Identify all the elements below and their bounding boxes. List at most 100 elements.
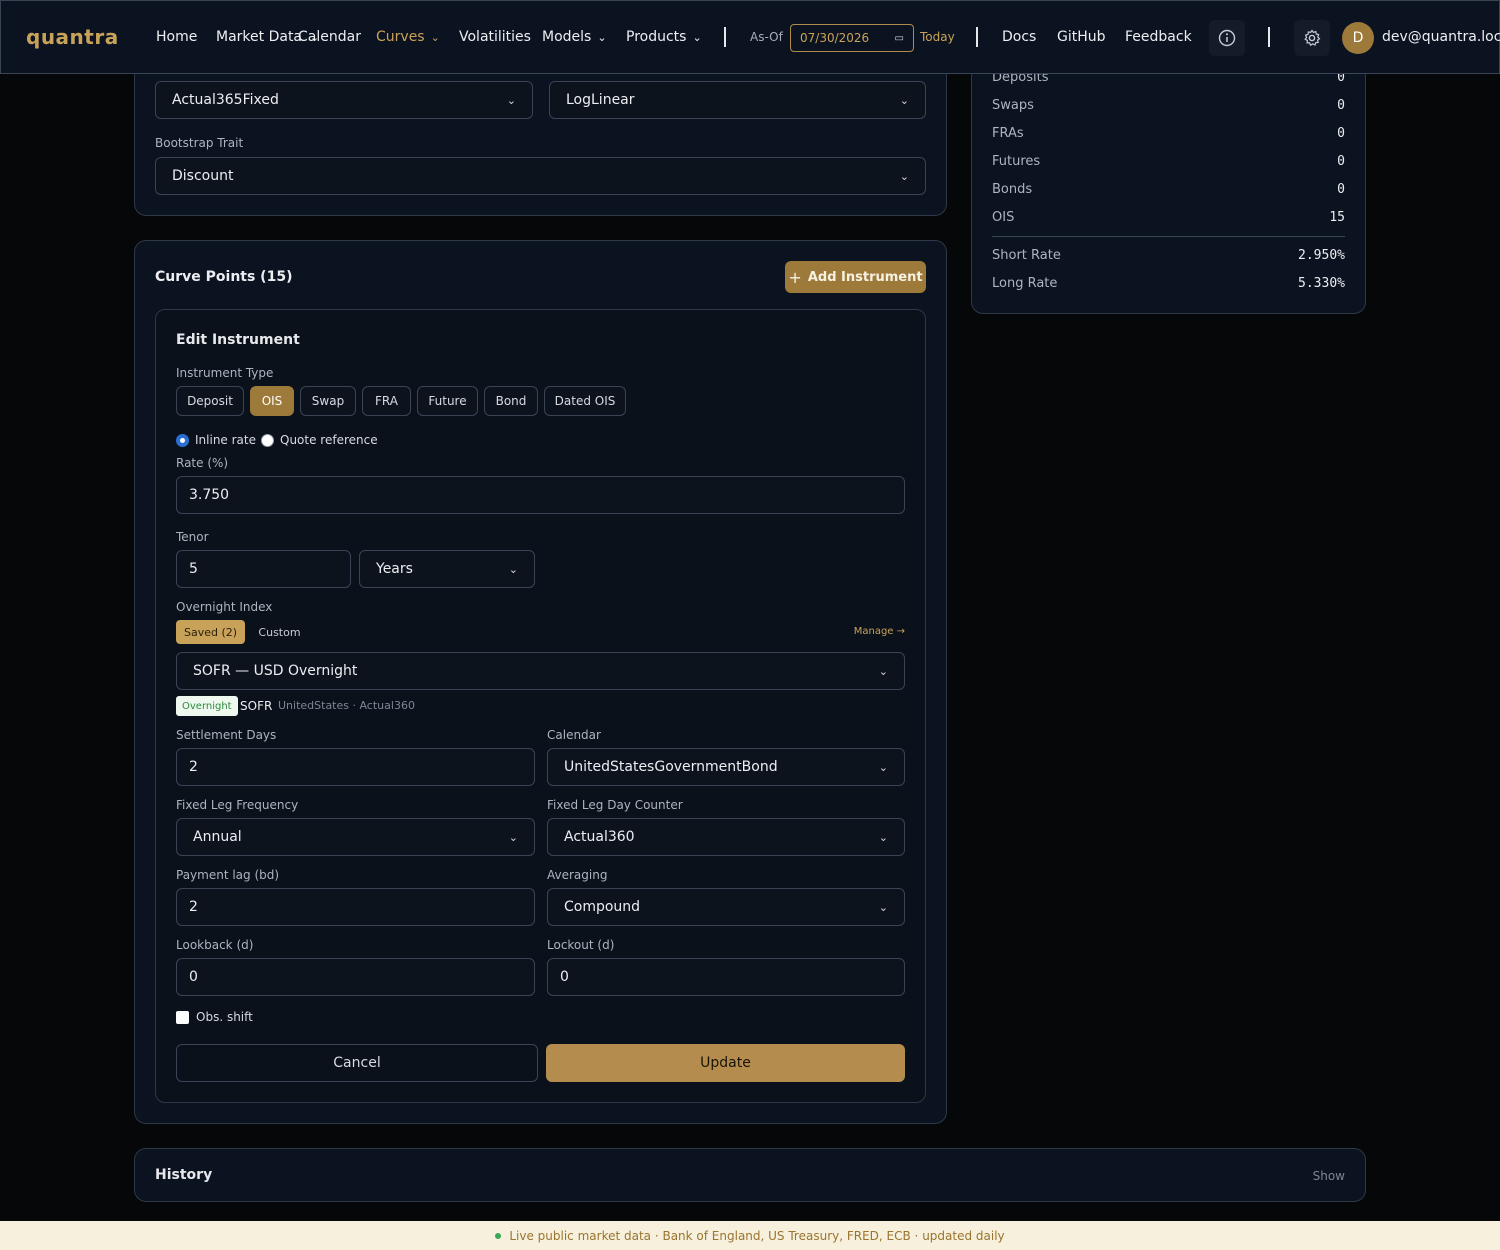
nav-products-label: Products	[626, 29, 687, 45]
history-show-button[interactable]: Show	[1313, 1169, 1345, 1183]
bootstrap-select[interactable]: Discount ⌄	[155, 157, 926, 195]
gear-icon	[1304, 29, 1321, 47]
long-rate-label: Long Rate	[992, 276, 1058, 291]
type-bond[interactable]: Bond	[484, 386, 538, 416]
asof-date-value: 07/30/2026	[800, 31, 870, 45]
type-fra[interactable]: FRA	[362, 386, 411, 416]
type-swap[interactable]: Swap	[300, 386, 356, 416]
nav-home[interactable]: Home	[156, 1, 197, 73]
bootstrap-label: Bootstrap Trait	[155, 136, 244, 150]
chevron-down-icon: ⌄	[508, 830, 518, 844]
user-email[interactable]: dev@quantra.local	[1382, 29, 1500, 45]
nav-volatilities[interactable]: Volatilities	[459, 1, 531, 73]
calendar-icon: ▭	[894, 32, 904, 44]
rate-label: Rate (%)	[176, 456, 229, 470]
settlement-days-input[interactable]: 2	[176, 748, 535, 786]
chevron-down-icon: ⌄	[430, 30, 440, 44]
averaging-select[interactable]: Compound ⌄	[547, 888, 905, 926]
summary-value: 15	[1329, 210, 1345, 225]
summary-row: FRAs 0	[992, 126, 1345, 141]
summary-value: 0	[1337, 154, 1345, 169]
info-button[interactable]	[1209, 20, 1245, 56]
long-rate-row: Long Rate 5.330%	[992, 276, 1345, 291]
settings-button[interactable]	[1294, 20, 1330, 56]
settlement-days-value: 2	[189, 759, 198, 775]
chevron-down-icon: ⌄	[899, 93, 909, 107]
curve-points-card: Curve Points (15) + Add Instrument Edit …	[134, 240, 947, 1124]
nav-models[interactable]: Models ⌄	[542, 1, 607, 73]
summary-label: Swaps	[992, 98, 1034, 113]
summary-label: FRAs	[992, 126, 1024, 141]
overnight-index-select[interactable]: SOFR — USD Overnight ⌄	[176, 652, 905, 690]
avatar[interactable]: D	[1342, 22, 1374, 54]
rate-value: 3.750	[189, 487, 230, 503]
summary-label: Bonds	[992, 182, 1033, 197]
summary-row: OIS 15	[992, 210, 1345, 225]
nav-docs[interactable]: Docs	[1002, 1, 1036, 73]
nav-github[interactable]: GitHub	[1057, 1, 1106, 73]
market-data-line2: Data	[268, 29, 303, 45]
checkbox-unchecked-icon	[176, 1010, 189, 1024]
short-rate-row: Short Rate 2.950%	[992, 248, 1345, 263]
interpolator-select[interactable]: LogLinear ⌄	[549, 81, 926, 119]
market-data-line1: Market	[216, 29, 265, 45]
asof-date-input[interactable]: 07/30/2026 ▭	[790, 24, 914, 52]
lookback-label: Lookback (d)	[176, 938, 254, 952]
nav-products[interactable]: Products ⌄	[626, 1, 702, 73]
type-ois[interactable]: OIS	[250, 386, 294, 416]
chevron-down-icon: ⌄	[692, 30, 702, 44]
saved-tab[interactable]: Saved (2)	[176, 620, 245, 644]
overnight-badge: Overnight	[176, 696, 238, 716]
obs-shift-checkbox[interactable]: Obs. shift	[176, 1010, 253, 1024]
history-title: History	[155, 1167, 213, 1183]
payment-lag-label: Payment lag (bd)	[176, 868, 280, 882]
lockout-input[interactable]: 0	[547, 958, 905, 996]
inline-rate-radio[interactable]: Inline rate	[176, 433, 256, 447]
day-counter-value: Actual365Fixed	[172, 92, 279, 108]
overnight-index-value: SOFR — USD Overnight	[193, 663, 358, 679]
summary-row: Futures 0	[992, 154, 1345, 169]
add-instrument-button[interactable]: + Add Instrument	[785, 261, 926, 293]
summary-divider	[992, 236, 1345, 237]
chevron-down-icon: ⌄	[878, 664, 888, 678]
custom-tab[interactable]: Custom	[251, 620, 308, 644]
lockout-value: 0	[560, 969, 569, 985]
calendar-select[interactable]: UnitedStatesGovernmentBond ⌄	[547, 748, 905, 786]
nav-feedback[interactable]: Feedback	[1125, 1, 1192, 73]
lookback-input[interactable]: 0	[176, 958, 535, 996]
nav-calendar[interactable]: Calendar	[298, 1, 361, 73]
update-button[interactable]: Update	[546, 1044, 905, 1082]
nav-curves[interactable]: Curves ⌄	[376, 1, 440, 73]
summary-value: 0	[1337, 182, 1345, 197]
short-rate-value: 2.950%	[1298, 248, 1345, 263]
cancel-button[interactable]: Cancel	[176, 1044, 538, 1082]
payment-lag-input[interactable]: 2	[176, 888, 535, 926]
fixed-leg-frequency-select[interactable]: Annual ⌄	[176, 818, 535, 856]
index-name: SOFR	[240, 699, 273, 713]
quote-reference-radio[interactable]: Quote reference	[261, 433, 378, 447]
logo[interactable]: quantra	[26, 25, 119, 49]
status-footer: Live public market data · Bank of Englan…	[0, 1221, 1500, 1250]
fixed-leg-day-counter-label: Fixed Leg Day Counter	[547, 798, 683, 812]
averaging-label: Averaging	[547, 868, 608, 882]
type-future[interactable]: Future	[417, 386, 478, 416]
manage-link[interactable]: Manage →	[854, 626, 905, 637]
quote-reference-label: Quote reference	[280, 433, 378, 447]
tenor-unit-value: Years	[376, 561, 413, 577]
type-deposit[interactable]: Deposit	[176, 386, 244, 416]
instrument-type-label: Instrument Type	[176, 366, 274, 380]
fixed-leg-day-counter-select[interactable]: Actual360 ⌄	[547, 818, 905, 856]
day-counter-select[interactable]: Actual365Fixed ⌄	[155, 81, 533, 119]
plus-icon: +	[788, 267, 802, 287]
add-instrument-label: Add Instrument	[807, 269, 923, 285]
tenor-input[interactable]: 5	[176, 550, 351, 588]
type-dated-ois[interactable]: Dated OIS	[544, 386, 626, 416]
rate-input[interactable]: 3.750	[176, 476, 905, 514]
today-button[interactable]: Today	[920, 30, 955, 44]
curve-points-title: Curve Points (15)	[155, 269, 293, 285]
summary-label: Futures	[992, 154, 1041, 169]
tenor-unit-select[interactable]: Years ⌄	[359, 550, 535, 588]
live-status-dot-icon	[495, 1232, 502, 1239]
tenor-value: 5	[189, 561, 198, 577]
top-nav: quantra Home Market Data ⌄ Calendar Curv…	[0, 0, 1500, 74]
